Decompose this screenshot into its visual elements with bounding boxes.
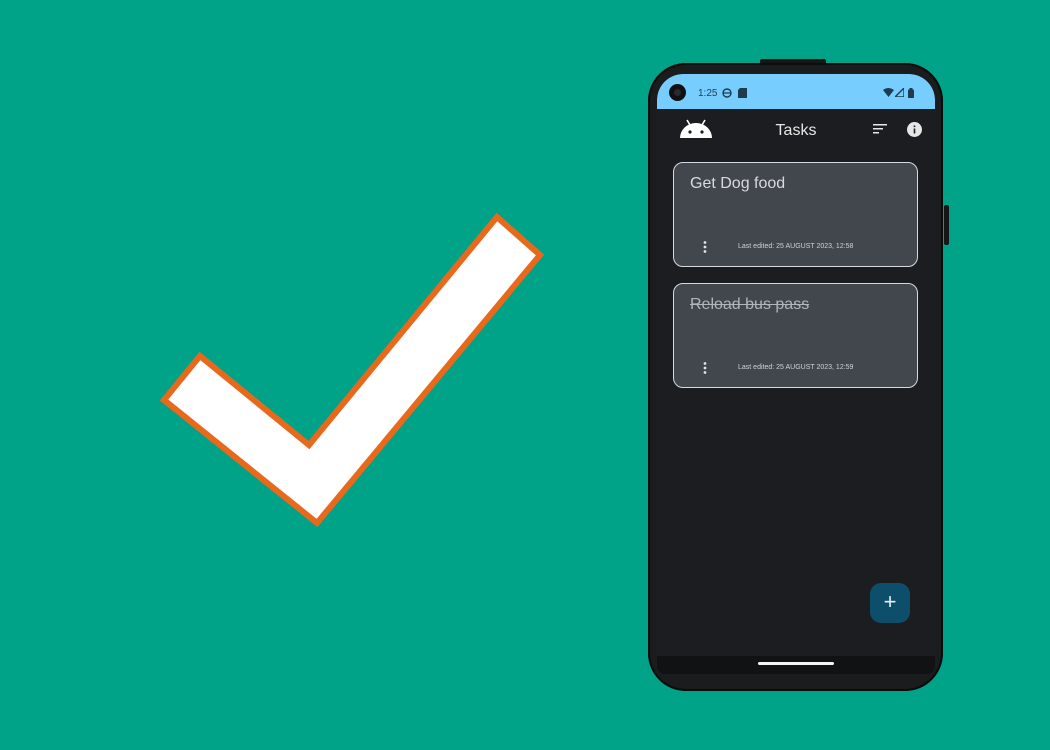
task-title: Reload bus pass [690,296,810,313]
wifi-icon [883,88,894,97]
app-bar: Tasks [657,109,935,157]
status-time: 1:25 [698,88,718,99]
signal-icon [895,88,904,97]
info-icon[interactable] [907,122,922,137]
vpn-globe-icon [722,88,732,98]
page-title: Tasks [775,122,817,139]
sd-card-icon [738,88,747,98]
more-vert-icon[interactable] [703,362,707,374]
phone-power-button [944,205,949,245]
battery-icon [908,88,914,98]
task-last-edited: Last edited: 25 AUGUST 2023, 12:58 [738,243,854,250]
sort-icon[interactable] [873,122,887,134]
status-bar: 1:25 [657,74,935,109]
phone-screen: 1:25 Tasks Get Dog food Last edited: 25 … [657,74,935,674]
front-camera [669,84,686,101]
add-task-button[interactable]: + [870,583,910,623]
home-gesture-handle[interactable] [758,662,834,665]
task-card[interactable]: Get Dog food Last edited: 25 AUGUST 2023… [673,162,918,267]
task-last-edited: Last edited: 25 AUGUST 2023, 12:59 [738,364,854,371]
more-vert-icon[interactable] [703,241,707,253]
task-card[interactable]: Reload bus pass Last edited: 25 AUGUST 2… [673,283,918,388]
navigation-bar [657,656,935,674]
task-title: Get Dog food [690,175,786,192]
